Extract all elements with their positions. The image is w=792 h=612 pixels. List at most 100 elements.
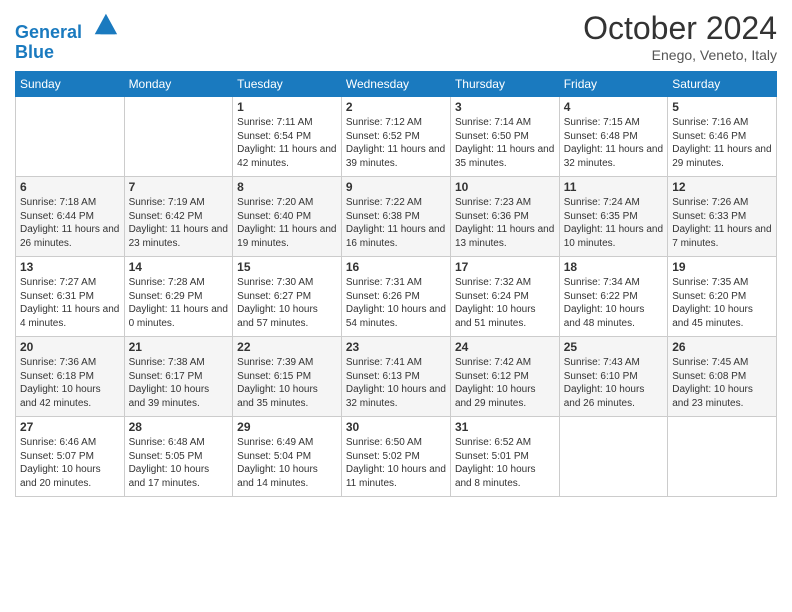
col-thursday: Thursday: [450, 72, 559, 97]
day-number: 14: [129, 260, 229, 274]
day-info: Sunrise: 6:49 AM Sunset: 5:04 PM Dayligh…: [237, 436, 337, 490]
location: Enego, Veneto, Italy: [583, 47, 777, 63]
day-number: 31: [455, 420, 555, 434]
day-number: 21: [129, 340, 229, 354]
calendar-cell: 22 Sunrise: 7:39 AM Sunset: 6:15 PM Dayli…: [233, 337, 342, 417]
calendar-cell: 27 Sunrise: 6:46 AM Sunset: 5:07 PM Dayli…: [16, 417, 125, 497]
col-saturday: Saturday: [668, 72, 777, 97]
calendar-cell: [559, 417, 668, 497]
day-number: 3: [455, 100, 555, 114]
calendar-cell: 31 Sunrise: 6:52 AM Sunset: 5:01 PM Dayli…: [450, 417, 559, 497]
day-info: Sunrise: 7:14 AM Sunset: 6:50 PM Dayligh…: [455, 116, 555, 170]
day-info: Sunrise: 6:48 AM Sunset: 5:05 PM Dayligh…: [129, 436, 229, 490]
header: General Blue October 2024 Enego, Veneto,…: [15, 10, 777, 63]
calendar-cell: 1 Sunrise: 7:11 AM Sunset: 6:54 PM Daylig…: [233, 97, 342, 177]
calendar-cell: 10Sunrise: 7:23 AM Sunset: 6:36 PM Dayli…: [450, 177, 559, 257]
day-info: Sunrise: 7:27 AM Sunset: 6:31 PM Dayligh…: [20, 276, 120, 330]
calendar-cell: 11 Sunrise: 7:24 AM Sunset: 6:35 PM Dayli…: [559, 177, 668, 257]
day-number: 25: [564, 340, 664, 354]
day-info: Sunrise: 7:45 AM Sunset: 6:08 PM Dayligh…: [672, 356, 772, 410]
calendar-cell: [668, 417, 777, 497]
calendar-cell: 17Sunrise: 7:32 AM Sunset: 6:24 PM Dayli…: [450, 257, 559, 337]
day-info: Sunrise: 7:39 AM Sunset: 6:15 PM Dayligh…: [237, 356, 337, 410]
calendar-cell: 5Sunrise: 7:16 AM Sunset: 6:46 PM Daylig…: [668, 97, 777, 177]
day-info: Sunrise: 7:19 AM Sunset: 6:42 PM Dayligh…: [129, 196, 229, 250]
day-info: Sunrise: 7:11 AM Sunset: 6:54 PM Dayligh…: [237, 116, 337, 170]
day-number: 24: [455, 340, 555, 354]
day-number: 29: [237, 420, 337, 434]
calendar-cell: 23 Sunrise: 7:41 AM Sunset: 6:13 PM Dayli…: [341, 337, 450, 417]
day-number: 2: [346, 100, 446, 114]
calendar-cell: 14 Sunrise: 7:28 AM Sunset: 6:29 PM Dayli…: [124, 257, 233, 337]
calendar: Sunday Monday Tuesday Wednesday Thursday…: [15, 71, 777, 497]
day-info: Sunrise: 7:12 AM Sunset: 6:52 PM Dayligh…: [346, 116, 446, 170]
day-info: Sunrise: 7:42 AM Sunset: 6:12 PM Dayligh…: [455, 356, 555, 410]
day-info: Sunrise: 6:46 AM Sunset: 5:07 PM Dayligh…: [20, 436, 120, 490]
calendar-cell: 30 Sunrise: 6:50 AM Sunset: 5:02 PM Dayli…: [341, 417, 450, 497]
day-number: 5: [672, 100, 772, 114]
logo-text: General: [15, 10, 119, 43]
day-info: Sunrise: 7:34 AM Sunset: 6:22 PM Dayligh…: [564, 276, 664, 330]
day-number: 18: [564, 260, 664, 274]
day-number: 22: [237, 340, 337, 354]
day-number: 23: [346, 340, 446, 354]
day-number: 28: [129, 420, 229, 434]
page: General Blue October 2024 Enego, Veneto,…: [0, 0, 792, 507]
col-friday: Friday: [559, 72, 668, 97]
logo-blue: Blue: [15, 43, 119, 63]
day-number: 9: [346, 180, 446, 194]
day-info: Sunrise: 6:50 AM Sunset: 5:02 PM Dayligh…: [346, 436, 446, 490]
calendar-week-2: 13Sunrise: 7:27 AM Sunset: 6:31 PM Dayli…: [16, 257, 777, 337]
day-info: Sunrise: 7:24 AM Sunset: 6:35 PM Dayligh…: [564, 196, 664, 250]
calendar-cell: 18 Sunrise: 7:34 AM Sunset: 6:22 PM Dayli…: [559, 257, 668, 337]
calendar-week-4: 27 Sunrise: 6:46 AM Sunset: 5:07 PM Dayli…: [16, 417, 777, 497]
day-number: 17: [455, 260, 555, 274]
day-info: Sunrise: 7:36 AM Sunset: 6:18 PM Dayligh…: [20, 356, 120, 410]
day-info: Sunrise: 7:22 AM Sunset: 6:38 PM Dayligh…: [346, 196, 446, 250]
day-info: Sunrise: 7:28 AM Sunset: 6:29 PM Dayligh…: [129, 276, 229, 330]
month-title: October 2024: [583, 10, 777, 47]
day-info: Sunrise: 7:20 AM Sunset: 6:40 PM Dayligh…: [237, 196, 337, 250]
day-info: Sunrise: 6:52 AM Sunset: 5:01 PM Dayligh…: [455, 436, 555, 490]
calendar-cell: 4Sunrise: 7:15 AM Sunset: 6:48 PM Daylig…: [559, 97, 668, 177]
day-number: 30: [346, 420, 446, 434]
day-number: 12: [672, 180, 772, 194]
day-number: 26: [672, 340, 772, 354]
col-wednesday: Wednesday: [341, 72, 450, 97]
calendar-cell: 16Sunrise: 7:31 AM Sunset: 6:26 PM Dayli…: [341, 257, 450, 337]
day-info: Sunrise: 7:43 AM Sunset: 6:10 PM Dayligh…: [564, 356, 664, 410]
logo-icon: [91, 10, 119, 38]
day-number: 1: [237, 100, 337, 114]
calendar-cell: 13Sunrise: 7:27 AM Sunset: 6:31 PM Dayli…: [16, 257, 125, 337]
day-number: 8: [237, 180, 337, 194]
calendar-cell: 28 Sunrise: 6:48 AM Sunset: 5:05 PM Dayli…: [124, 417, 233, 497]
col-sunday: Sunday: [16, 72, 125, 97]
title-block: October 2024 Enego, Veneto, Italy: [583, 10, 777, 63]
calendar-cell: 29 Sunrise: 6:49 AM Sunset: 5:04 PM Dayli…: [233, 417, 342, 497]
day-info: Sunrise: 7:26 AM Sunset: 6:33 PM Dayligh…: [672, 196, 772, 250]
day-number: 27: [20, 420, 120, 434]
calendar-cell: 20 Sunrise: 7:36 AM Sunset: 6:18 PM Dayli…: [16, 337, 125, 417]
day-info: Sunrise: 7:41 AM Sunset: 6:13 PM Dayligh…: [346, 356, 446, 410]
calendar-cell: [124, 97, 233, 177]
calendar-cell: [16, 97, 125, 177]
day-info: Sunrise: 7:35 AM Sunset: 6:20 PM Dayligh…: [672, 276, 772, 330]
day-number: 19: [672, 260, 772, 274]
calendar-cell: 8 Sunrise: 7:20 AM Sunset: 6:40 PM Daylig…: [233, 177, 342, 257]
day-number: 20: [20, 340, 120, 354]
calendar-cell: 12 Sunrise: 7:26 AM Sunset: 6:33 PM Dayli…: [668, 177, 777, 257]
calendar-cell: 21Sunrise: 7:38 AM Sunset: 6:17 PM Dayli…: [124, 337, 233, 417]
col-monday: Monday: [124, 72, 233, 97]
calendar-week-0: 1 Sunrise: 7:11 AM Sunset: 6:54 PM Daylig…: [16, 97, 777, 177]
calendar-cell: 9 Sunrise: 7:22 AM Sunset: 6:38 PM Daylig…: [341, 177, 450, 257]
day-info: Sunrise: 7:30 AM Sunset: 6:27 PM Dayligh…: [237, 276, 337, 330]
day-number: 6: [20, 180, 120, 194]
calendar-week-3: 20 Sunrise: 7:36 AM Sunset: 6:18 PM Dayli…: [16, 337, 777, 417]
day-info: Sunrise: 7:18 AM Sunset: 6:44 PM Dayligh…: [20, 196, 120, 250]
calendar-cell: 3 Sunrise: 7:14 AM Sunset: 6:50 PM Daylig…: [450, 97, 559, 177]
calendar-cell: 6 Sunrise: 7:18 AM Sunset: 6:44 PM Daylig…: [16, 177, 125, 257]
logo: General Blue: [15, 10, 119, 63]
day-number: 11: [564, 180, 664, 194]
day-number: 10: [455, 180, 555, 194]
col-tuesday: Tuesday: [233, 72, 342, 97]
